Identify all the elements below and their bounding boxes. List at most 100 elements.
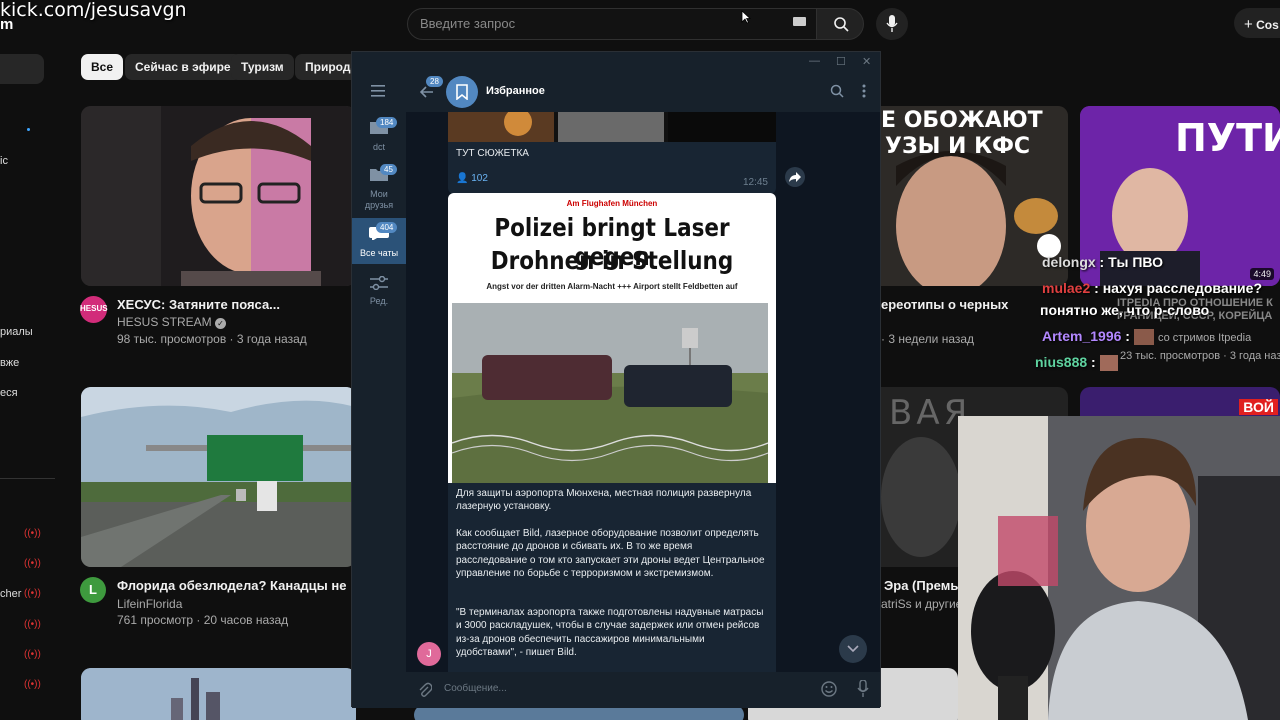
attach-icon[interactable] <box>418 682 433 703</box>
chip-all[interactable]: Все <box>81 54 124 80</box>
thumbnail-text: УЗЫ И КФС <box>885 134 1031 159</box>
video-meta: 761 просмотр · 20 часов назад <box>117 613 289 627</box>
verified-icon: ✓ <box>215 318 227 329</box>
voice-message-icon[interactable] <box>857 679 869 703</box>
thumbnail-streamer-image <box>881 106 1068 286</box>
chat-username: Artem_1996 <box>1042 328 1122 344</box>
live-icon: ((•)) <box>24 679 41 690</box>
message-image <box>448 108 776 142</box>
sidebar-item-later[interactable]: вже <box>0 357 19 369</box>
chat-text: : <box>1121 328 1130 344</box>
channel-label: HESUS STREAM <box>117 315 212 329</box>
thumbnail-highway-image <box>81 387 356 567</box>
chat-title[interactable]: Избранное <box>486 85 545 97</box>
forward-button[interactable] <box>785 167 805 187</box>
sidebar-item-liked[interactable]: еся <box>0 387 18 399</box>
folder-label: Ред. <box>369 296 389 306</box>
thumbnail-city-image <box>81 668 356 720</box>
folder-label: dct <box>372 142 385 152</box>
views-label: 102 <box>471 173 488 184</box>
minimize-icon[interactable]: — <box>809 55 820 67</box>
chat-username: delongx <box>1042 254 1096 270</box>
maximize-icon[interactable]: ☐ <box>836 55 846 68</box>
video-title[interactable]: ХЕСУС: Затяните пояса... <box>117 297 280 312</box>
saved-messages-avatar[interactable] <box>446 76 478 108</box>
live-icon: ((•)) <box>24 558 41 569</box>
sidebar-item-home[interactable] <box>0 54 44 84</box>
eye-icon: 👤 <box>456 173 469 184</box>
chevron-down-icon <box>847 645 859 653</box>
mouse-cursor-icon <box>741 10 752 29</box>
folder-label: Все чаты <box>359 248 399 258</box>
message-bubble[interactable]: Am Flughafen München Polizei bringt Lase… <box>448 193 776 673</box>
live-icon: ((•)) <box>24 588 41 599</box>
folder-label: Мои друзья <box>364 189 394 210</box>
video-title[interactable]: Флорида обезлюдела? Канадцы не прие <box>117 578 381 593</box>
channel-avatar[interactable]: HESUS <box>80 296 108 323</box>
search-input[interactable]: Введите запрос <box>407 8 817 40</box>
webcam-image <box>958 416 1280 720</box>
article-headline: Drohnen in Stellung <box>490 246 734 275</box>
keyboard-icon[interactable] <box>793 17 806 26</box>
video-thumbnail[interactable] <box>81 387 356 567</box>
unread-badge: 184 <box>376 117 398 128</box>
video-meta: 98 тыс. просмотров · 3 года назад <box>117 332 307 346</box>
channel-name[interactable]: atriSs и другие <box>881 597 962 611</box>
emoji-icon[interactable] <box>821 681 837 702</box>
video-meta: 23 тыс. просмотров · 3 года назад <box>1120 350 1280 362</box>
views-count: 👤 102 <box>456 173 488 184</box>
chat-header: 28 Избранное <box>406 72 880 112</box>
video-meta: · 3 недели назад <box>881 332 975 346</box>
plus-icon: + <box>1244 16 1253 33</box>
chip-tourism[interactable]: Туризм <box>231 54 294 80</box>
message-time: 12:45 <box>742 177 768 188</box>
sender-avatar[interactable]: J <box>417 642 441 666</box>
search-icon[interactable] <box>830 84 844 103</box>
message-paragraph: Как сообщает Bild, лазерное оборудование… <box>456 528 765 580</box>
folder-edit[interactable]: Ред. <box>352 272 406 312</box>
article-image[interactable]: Am Flughafen München Polizei bringt Lase… <box>448 193 776 483</box>
chip-live[interactable]: Сейчас в эфире <box>125 54 241 80</box>
back-unread-badge: 28 <box>426 76 443 87</box>
video-thumbnail[interactable] <box>81 668 356 720</box>
stream-url-sub: m <box>0 16 14 33</box>
message-paragraph: Для защиты аэропорта Мюнхена, местная по… <box>456 488 752 513</box>
video-thumbnail[interactable]: Е ОБОЖАЮТ УЗЫ И КФС <box>881 106 1068 286</box>
sidebar-item-channel[interactable]: cher <box>0 588 21 600</box>
channel-name[interactable]: HESUS STREAM ✓ <box>117 315 227 329</box>
unread-badge: 404 <box>376 222 398 233</box>
folder-friends[interactable]: 45 Мои друзья <box>352 163 406 213</box>
thumbnail-text: ВОЙ <box>1239 399 1278 415</box>
search-button[interactable] <box>816 8 864 40</box>
message-paragraph: "В терминалах аэропорта также подготовле… <box>456 607 764 659</box>
sidebar-item-music[interactable]: ic <box>0 155 8 167</box>
sidebar-divider <box>0 478 55 479</box>
message-text: ТУТ СЮЖЕТКА <box>456 148 529 159</box>
message-input[interactable]: Сообщение... <box>444 683 507 694</box>
create-button[interactable]: + Cos <box>1234 8 1280 38</box>
scroll-down-button[interactable] <box>839 635 867 663</box>
channel-name[interactable]: LifeinFlorida <box>117 597 182 611</box>
sidebar-item-series[interactable]: риалы <box>0 326 33 338</box>
channel-avatar[interactable]: L <box>80 577 106 603</box>
folder-all-chats[interactable]: 404 Все чаты <box>352 218 406 264</box>
channel-name[interactable]: со стримов Itpedia <box>1158 332 1251 344</box>
menu-icon[interactable] <box>371 84 387 102</box>
close-icon[interactable]: ✕ <box>862 55 871 68</box>
more-options-icon[interactable] <box>862 83 866 104</box>
duration-badge: 4:49 <box>1250 268 1274 280</box>
message-bubble[interactable]: ТУТ СЮЖЕТКА 👤 102 12:45 <box>448 108 776 194</box>
create-label: Cos <box>1256 18 1279 32</box>
folder-dct[interactable]: 184 dct <box>352 116 406 156</box>
chat-username: nius888 <box>1035 354 1088 370</box>
video-thumbnail[interactable] <box>81 106 356 286</box>
window-titlebar[interactable]: — ☐ ✕ <box>352 52 880 72</box>
chat-message: mulae2 : нахуя расследование? <box>1042 280 1262 296</box>
back-arrow-icon[interactable] <box>419 85 434 103</box>
chat-text: понятно же, что р-слово <box>1040 302 1210 318</box>
voice-search-button[interactable] <box>876 8 908 40</box>
chat-message: nius888 : <box>1035 354 1118 372</box>
video-title[interactable]: ереотипы о черных <box>881 297 1008 312</box>
telegram-window[interactable]: — ☐ ✕ 184 dct 45 Мои друзья 404 Все чаты… <box>351 51 881 708</box>
webcam-overlay <box>958 416 1280 720</box>
